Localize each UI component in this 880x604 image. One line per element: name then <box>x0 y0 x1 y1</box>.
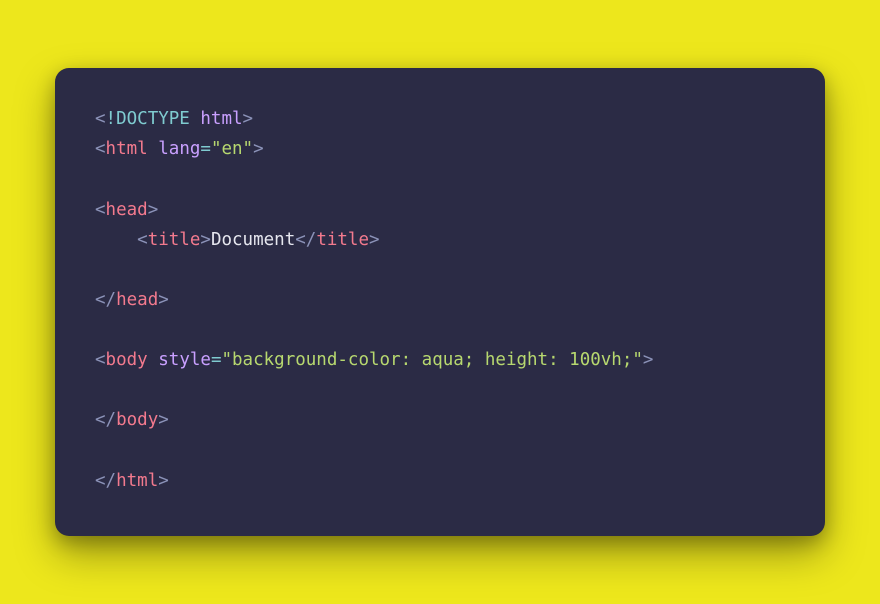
angle-close: > <box>643 350 654 370</box>
slash: / <box>306 230 317 250</box>
angle-close: > <box>158 471 169 491</box>
angle-open: < <box>95 350 106 370</box>
angle-close: > <box>148 200 159 220</box>
angle-open: < <box>95 290 106 310</box>
doctype-value: html <box>200 109 242 129</box>
body-close-tag: body <box>116 410 158 430</box>
title-close-tag: title <box>316 230 369 250</box>
title-text: Document <box>211 230 295 250</box>
angle-close: > <box>200 230 211 250</box>
angle-open: < <box>95 109 106 129</box>
code-content: <!DOCTYPE html> <html lang="en"> <head> … <box>95 104 785 495</box>
angle-open: < <box>137 230 148 250</box>
indent <box>95 230 137 250</box>
equals: = <box>200 139 211 159</box>
angle-open: < <box>95 200 106 220</box>
html-open-tag: html <box>106 139 148 159</box>
angle-open: < <box>295 230 306 250</box>
angle-close: > <box>253 139 264 159</box>
lang-value: "en" <box>211 139 253 159</box>
body-open-tag: body <box>106 350 148 370</box>
slash: / <box>106 410 117 430</box>
angle-close: > <box>243 109 254 129</box>
angle-open: < <box>95 471 106 491</box>
code-block: <!DOCTYPE html> <html lang="en"> <head> … <box>55 68 825 535</box>
doctype-keyword: !DOCTYPE <box>106 109 190 129</box>
equals: = <box>211 350 222 370</box>
angle-close: > <box>369 230 380 250</box>
slash: / <box>106 471 117 491</box>
head-open-tag: head <box>106 200 148 220</box>
style-attr: style <box>158 350 211 370</box>
angle-open: < <box>95 410 106 430</box>
angle-close: > <box>158 290 169 310</box>
html-close-tag: html <box>116 471 158 491</box>
angle-open: < <box>95 139 106 159</box>
slash: / <box>106 290 117 310</box>
lang-attr: lang <box>158 139 200 159</box>
title-open-tag: title <box>148 230 201 250</box>
head-close-tag: head <box>116 290 158 310</box>
angle-close: > <box>158 410 169 430</box>
style-value: "background-color: aqua; height: 100vh;" <box>221 350 642 370</box>
